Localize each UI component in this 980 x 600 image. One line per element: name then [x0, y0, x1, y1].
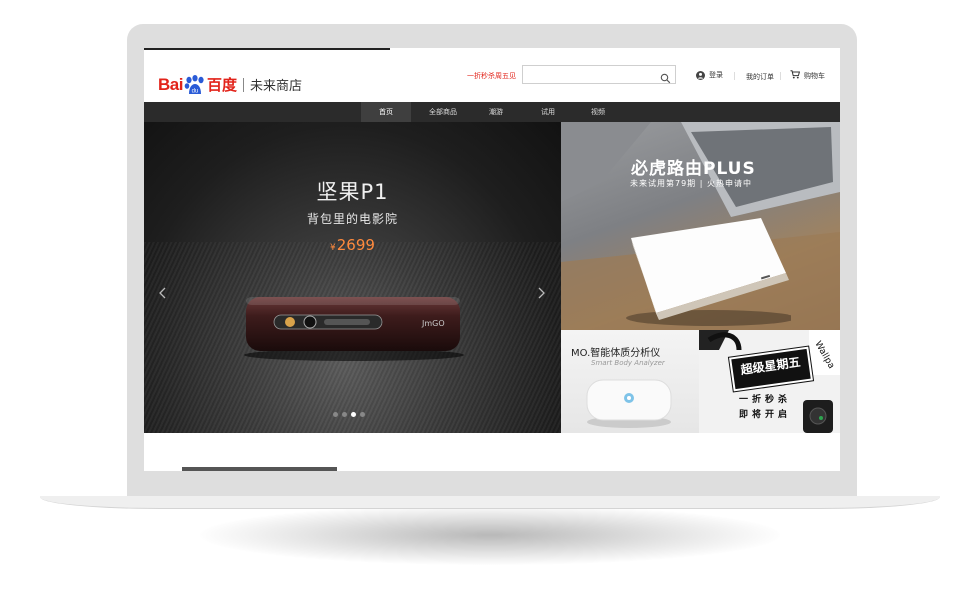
main-nav: 首页 全部商品 潮游 试用 视频 [144, 102, 840, 122]
nav-item-trial[interactable]: 试用 [528, 102, 568, 122]
body-scale-image [584, 372, 674, 433]
search-input[interactable] [523, 71, 661, 88]
flash-sale-line-2: 即将开启 [739, 410, 792, 420]
laptop-base [40, 496, 940, 509]
baidu-paw-icon: du [184, 74, 206, 95]
hero-carousel[interactable]: 坚果P1 背包里的电影院 ¥2699 JmGO [144, 122, 561, 433]
router-product-image [621, 218, 796, 330]
login-link[interactable]: 登录 [696, 70, 723, 80]
nav-item-all-products[interactable]: 全部商品 [418, 102, 468, 122]
router-promo-banner[interactable]: 必虎路由PLUS 未来试用第79期 | 火热申请中 [561, 122, 840, 330]
logo-du-text: 百度 [206, 76, 237, 94]
logo-divider [242, 77, 244, 92]
currency-symbol: ¥ [330, 243, 336, 253]
router-promo-subtitle: 未来试用第79期 | 火热申请中 [630, 179, 752, 188]
header-divider [734, 72, 735, 80]
my-orders-link[interactable]: 我的订单 [746, 72, 774, 82]
carousel-dot[interactable] [333, 412, 338, 417]
product-brand-mark: JmGO [421, 319, 445, 328]
header-divider [780, 72, 781, 80]
flash-sale-line-1: 一折秒杀 [739, 395, 792, 405]
router-promo-title: 必虎路由PLUS [631, 159, 756, 179]
search-box[interactable] [522, 65, 676, 88]
hero-price: ¥2699 [144, 236, 561, 254]
flash-sale-link[interactable]: 一折秒杀周五见 [467, 71, 516, 81]
svg-text:du: du [192, 88, 199, 94]
carousel-prev-button[interactable] [152, 282, 174, 308]
top-loading-line [144, 48, 390, 50]
carousel-dot-active[interactable] [351, 412, 356, 417]
cart-label: 购物车 [804, 71, 825, 80]
hero-subtitle: 背包里的电影院 [306, 212, 398, 226]
projector-product-image: JmGO [244, 293, 464, 367]
hero-title: 坚果P1 [316, 180, 389, 204]
next-section-preview [182, 467, 337, 471]
chevron-left-icon [159, 287, 166, 299]
nav-item-video[interactable]: 视频 [578, 102, 618, 122]
user-icon [696, 70, 705, 80]
price-value: 2699 [336, 236, 375, 254]
scale-promo-subtitle: Smart Body Analyzer [591, 359, 665, 367]
nav-item-home[interactable]: 首页 [361, 102, 411, 122]
logo-bai-text: Bai [158, 74, 183, 94]
carousel-dots [333, 412, 365, 417]
site-logo[interactable]: Bai du 百度 未来商店 [158, 74, 302, 95]
store-name: 未来商店 [249, 79, 302, 94]
login-label: 登录 [709, 71, 723, 79]
search-icon[interactable] [660, 69, 671, 88]
carousel-next-button[interactable] [530, 282, 552, 308]
chevron-right-icon [538, 287, 545, 299]
carousel-dot[interactable] [360, 412, 365, 417]
browser-viewport: Bai du 百度 未来商店 一折秒杀周五见 登录 我的订单 购物车 首页 全部… [144, 48, 840, 471]
nav-item-trending[interactable]: 潮游 [476, 102, 516, 122]
cart-icon [790, 70, 801, 81]
scale-promo-title: MO.智能体质分析仪 [571, 348, 661, 359]
carousel-dot[interactable] [342, 412, 347, 417]
scale-promo-banner[interactable]: MO.智能体质分析仪 Smart Body Analyzer [561, 330, 699, 433]
flash-sale-banner[interactable]: Wallpa 超级星期五 一折秒杀 即将开启 [699, 330, 840, 433]
cart-link[interactable]: 购物车 [790, 70, 825, 81]
laptop-shadow [200, 505, 780, 565]
